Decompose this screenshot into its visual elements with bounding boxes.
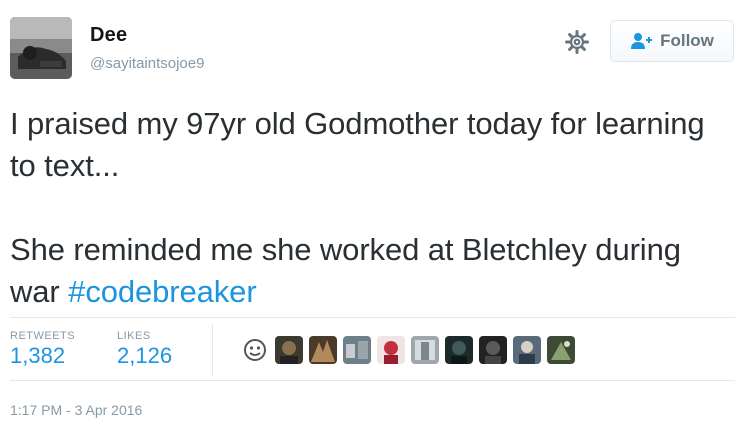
user-name[interactable]: Dee	[90, 24, 127, 47]
liker-avatar[interactable]	[479, 336, 507, 364]
hashtag-link[interactable]: #codebreaker	[68, 274, 256, 309]
tweet-line-1: I praised my 97yr old Godmother today fo…	[10, 106, 705, 183]
follow-button-label: Follow	[660, 31, 714, 50]
tweet-card: Dee @sayitaintsojoe9 Follow I praised my…	[0, 0, 740, 424]
stats-separator	[212, 324, 213, 376]
tweet-text: I praised my 97yr old Godmother today fo…	[10, 103, 710, 313]
retweets-count[interactable]: 1,382	[10, 343, 65, 369]
liker-avatar[interactable]	[445, 336, 473, 364]
likes-count[interactable]: 2,126	[117, 343, 172, 369]
liker-avatar[interactable]	[309, 336, 337, 364]
likers-avatars	[241, 336, 575, 364]
user-handle[interactable]: @sayitaintsojoe9	[90, 55, 204, 72]
avatar-photo	[10, 17, 72, 79]
gear-icon[interactable]	[564, 29, 590, 55]
liker-avatar[interactable]	[343, 336, 371, 364]
add-user-icon	[631, 33, 653, 49]
follow-button[interactable]: Follow	[610, 20, 734, 62]
liker-avatar[interactable]	[513, 336, 541, 364]
divider	[10, 380, 735, 381]
liker-avatar[interactable]	[377, 336, 405, 364]
liker-avatar[interactable]	[547, 336, 575, 364]
liker-avatar[interactable]	[411, 336, 439, 364]
liker-avatar[interactable]	[241, 336, 269, 364]
likes-label: LIKES	[117, 330, 151, 342]
divider	[10, 317, 735, 318]
avatar[interactable]	[10, 17, 72, 79]
tweet-line-2: She reminded me she worked at Bletchley …	[10, 229, 710, 313]
liker-avatar[interactable]	[275, 336, 303, 364]
retweets-label: RETWEETS	[10, 330, 76, 342]
tweet-timestamp[interactable]: 1:17 PM - 3 Apr 2016	[10, 402, 142, 418]
